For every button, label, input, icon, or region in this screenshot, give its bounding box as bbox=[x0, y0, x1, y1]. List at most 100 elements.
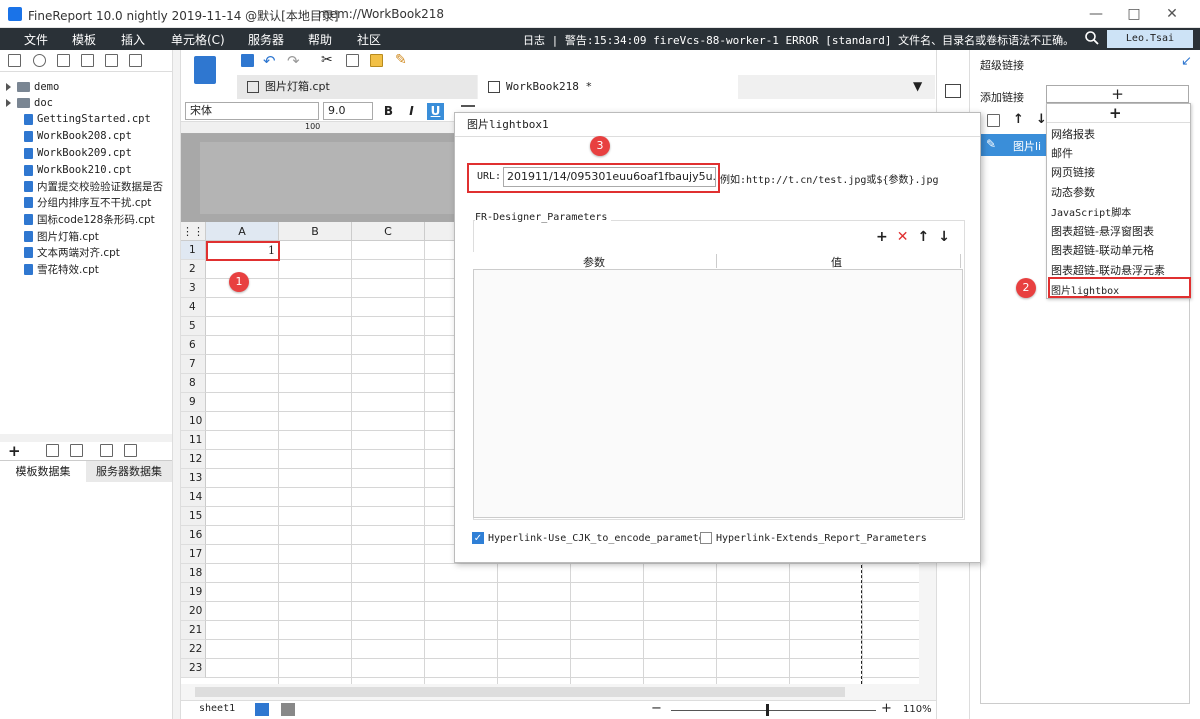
undo-icon[interactable]: ↶ bbox=[263, 52, 276, 70]
menu-item-chart-float[interactable]: 图表超链-悬浮窗图表 bbox=[1051, 223, 1154, 239]
row-header[interactable]: 10 bbox=[181, 412, 206, 431]
cell-properties-icon[interactable] bbox=[945, 84, 961, 98]
row-header[interactable]: 18 bbox=[181, 564, 206, 583]
delete-icon[interactable] bbox=[70, 444, 83, 457]
move-up-icon[interactable]: ↑ bbox=[917, 229, 929, 247]
bold-button[interactable]: B bbox=[380, 103, 397, 120]
redo-icon[interactable]: ↷ bbox=[287, 52, 300, 70]
tab-template-dataset[interactable]: 模板数据集 bbox=[0, 461, 86, 483]
row-header[interactable]: 14 bbox=[181, 488, 206, 507]
underline-button[interactable]: U bbox=[427, 103, 444, 120]
extends-params-checkbox[interactable] bbox=[700, 532, 712, 544]
zoom-slider-handle[interactable] bbox=[766, 704, 769, 716]
tree-file[interactable]: GettingStarted.cpt bbox=[24, 111, 151, 127]
menu-help[interactable]: 帮助 bbox=[308, 31, 332, 48]
lock-icon[interactable] bbox=[129, 54, 142, 67]
delete-icon[interactable] bbox=[105, 54, 118, 67]
tab-list-icon[interactable]: ▼ bbox=[913, 79, 922, 93]
row-header[interactable]: 8 bbox=[181, 374, 206, 393]
user-badge[interactable]: Leo.Tsai bbox=[1107, 30, 1193, 48]
row-header[interactable]: 9 bbox=[181, 393, 206, 412]
minimize-icon[interactable]: — bbox=[1086, 4, 1106, 24]
column-header[interactable]: B bbox=[279, 222, 352, 241]
add-param-icon[interactable]: + bbox=[876, 229, 888, 247]
panel-splitter[interactable] bbox=[172, 50, 181, 719]
paste-icon[interactable] bbox=[370, 54, 383, 67]
menu-item-chart-float-element[interactable]: 图表超链-联动悬浮元素 bbox=[1051, 262, 1165, 278]
zoom-in-button[interactable]: + bbox=[881, 701, 892, 716]
row-header[interactable]: 15 bbox=[181, 507, 206, 526]
move-up-icon[interactable]: ↑ bbox=[1013, 112, 1024, 127]
row-header[interactable]: 4 bbox=[181, 298, 206, 317]
tree-file[interactable]: 文本两端对齐.cpt bbox=[24, 244, 120, 260]
menu-item-javascript[interactable]: JavaScript脚本 bbox=[1051, 204, 1131, 219]
row-header[interactable]: 6 bbox=[181, 336, 206, 355]
cell-a1[interactable]: 1 bbox=[206, 241, 280, 261]
menu-insert[interactable]: 插入 bbox=[121, 31, 145, 48]
copy-icon[interactable] bbox=[987, 114, 1000, 127]
dropdown-add-icon[interactable]: + bbox=[1109, 104, 1122, 122]
tab-image-lightbox-cpt[interactable]: 图片灯箱.cpt bbox=[237, 75, 477, 99]
tree-file[interactable]: 分组内排序互不干扰.cpt bbox=[24, 194, 151, 210]
add-form-sheet-icon[interactable] bbox=[281, 703, 295, 716]
menu-item-email[interactable]: 邮件 bbox=[1051, 145, 1073, 161]
tree-file[interactable]: 图片灯箱.cpt bbox=[24, 228, 99, 244]
url-input[interactable]: 201911/14/095301euu6oaf1fbaujy5u.png bbox=[503, 167, 716, 187]
maximize-icon[interactable]: □ bbox=[1124, 4, 1144, 24]
search-icon[interactable] bbox=[1084, 30, 1100, 46]
row-header[interactable]: 19 bbox=[181, 583, 206, 602]
close-icon[interactable]: ✕ bbox=[1162, 4, 1182, 24]
row-header[interactable]: 12 bbox=[181, 450, 206, 469]
tree-file[interactable]: WorkBook208.cpt bbox=[24, 128, 132, 144]
row-header[interactable]: 20 bbox=[181, 602, 206, 621]
edit-icon[interactable]: ✎ bbox=[986, 137, 996, 151]
copy-icon[interactable] bbox=[81, 54, 94, 67]
row-header[interactable]: 5 bbox=[181, 317, 206, 336]
add-dataset-icon[interactable]: + bbox=[8, 442, 21, 460]
row-header[interactable]: 11 bbox=[181, 431, 206, 450]
sheet-tab[interactable]: sheet1 bbox=[199, 703, 235, 714]
new-template-icon[interactable] bbox=[194, 56, 216, 84]
tree-file[interactable]: WorkBook209.cpt bbox=[24, 145, 132, 161]
tree-file[interactable]: WorkBook210.cpt bbox=[24, 162, 132, 178]
italic-button[interactable]: I bbox=[403, 103, 420, 120]
menu-item-dynamic-param[interactable]: 动态参数 bbox=[1051, 184, 1095, 200]
tab-server-dataset[interactable]: 服务器数据集 bbox=[86, 461, 172, 483]
menu-item-chart-cell[interactable]: 图表超链-联动单元格 bbox=[1051, 242, 1154, 258]
menu-cell[interactable]: 单元格(C) bbox=[171, 31, 225, 48]
left-panel-splitter[interactable] bbox=[0, 434, 172, 442]
menu-file[interactable]: 文件 bbox=[24, 31, 48, 48]
new-folder-icon[interactable] bbox=[8, 54, 21, 67]
font-size-select[interactable]: 9.0 bbox=[323, 102, 373, 120]
scroll-thumb[interactable] bbox=[195, 687, 845, 697]
row-header[interactable]: 7 bbox=[181, 355, 206, 374]
save-icon[interactable] bbox=[241, 54, 254, 67]
tree-file[interactable]: 雪花特效.cpt bbox=[24, 261, 99, 277]
move-down-icon[interactable]: ↓ bbox=[938, 229, 950, 247]
menu-template[interactable]: 模板 bbox=[72, 31, 96, 48]
menu-item-web-link[interactable]: 网页链接 bbox=[1051, 164, 1095, 180]
menu-server[interactable]: 服务器 bbox=[248, 31, 284, 48]
column-header[interactable]: C bbox=[352, 222, 425, 241]
delete-param-icon[interactable]: ✕ bbox=[897, 229, 909, 247]
refresh-icon[interactable] bbox=[33, 54, 46, 67]
row-header[interactable]: 21 bbox=[181, 621, 206, 640]
menu-item-web-report[interactable]: 网络报表 bbox=[1051, 126, 1095, 142]
row-header[interactable]: 13 bbox=[181, 469, 206, 488]
dataset-settings-icon[interactable] bbox=[124, 444, 137, 457]
expand-icon[interactable] bbox=[6, 99, 11, 107]
copy-icon[interactable] bbox=[346, 54, 359, 67]
menu-community[interactable]: 社区 bbox=[357, 31, 381, 48]
tree-file[interactable]: 国标code128条形码.cpt bbox=[24, 211, 155, 227]
row-header[interactable]: 17 bbox=[181, 545, 206, 564]
open-icon[interactable] bbox=[57, 54, 70, 67]
cjk-encode-checkbox[interactable]: ✓ bbox=[472, 532, 484, 544]
horizontal-scrollbar[interactable] bbox=[181, 684, 936, 700]
row-header[interactable]: 22 bbox=[181, 640, 206, 659]
collapse-panel-icon[interactable]: ↙ bbox=[1181, 54, 1192, 69]
tree-folder-doc[interactable]: doc bbox=[6, 95, 53, 111]
tree-folder-demo[interactable]: demo bbox=[6, 79, 59, 95]
preview-icon[interactable] bbox=[100, 444, 113, 457]
expand-icon[interactable] bbox=[6, 83, 11, 91]
row-header[interactable]: 1 bbox=[181, 241, 206, 260]
